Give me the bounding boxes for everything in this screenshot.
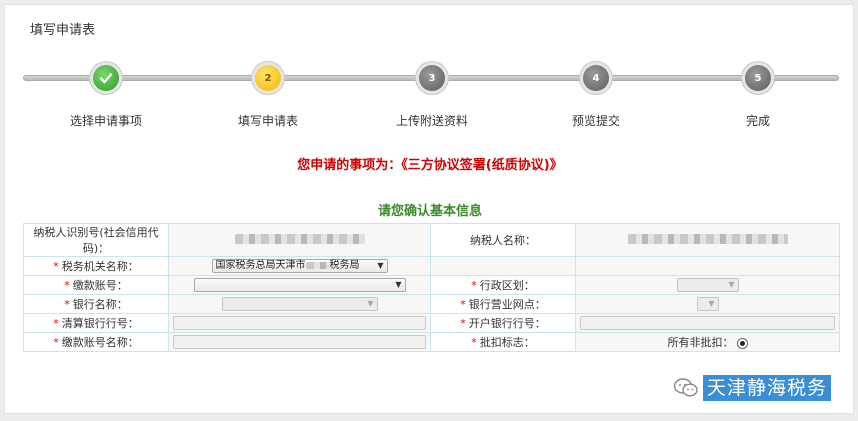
watermark: 天津静海税务 xyxy=(673,375,831,401)
step-2-indicator: 2 xyxy=(255,65,281,91)
taxpayer-id-value xyxy=(168,223,431,257)
chevron-down-icon: ▼ xyxy=(395,280,402,289)
taxpayer-id-label: 纳税人识别号(社会信用代码)： xyxy=(23,223,169,257)
step-4-label: 预览提交 xyxy=(571,114,620,128)
chevron-down-icon: ▼ xyxy=(367,299,374,308)
redacted-taxpayer-id xyxy=(234,233,365,244)
bank-branch-select[interactable]: ▼ xyxy=(696,297,719,311)
opening-bank-input[interactable] xyxy=(580,316,835,330)
form-panel: 填写申请表 2 3 4 5 选择申请事项 填写申请表 上传附送资料 预览提交 完… xyxy=(4,4,854,414)
batch-flag-label: * 批扣标志： xyxy=(430,332,576,352)
step-3-indicator: 3 xyxy=(419,65,445,91)
account-name-label: * 缴款账号名称： xyxy=(23,332,169,352)
step-1-label: 选择申请事项 xyxy=(69,114,142,128)
tax-office-label: * 税务机关名称： xyxy=(23,256,169,276)
step-5-label: 完成 xyxy=(745,114,770,128)
taxpayer-name-label: 纳税人名称： xyxy=(430,223,576,257)
bank-branch-label: * 银行营业网点： xyxy=(430,294,576,314)
chevron-down-icon: ▼ xyxy=(377,261,384,270)
clearing-bank-input[interactable] xyxy=(173,316,426,330)
step-2-label: 填写申请表 xyxy=(237,114,298,128)
chevron-down-icon: ▼ xyxy=(728,280,735,289)
page-title: 填写申请表 xyxy=(30,23,96,38)
bank-name-label: * 银行名称： xyxy=(23,294,169,314)
step-4-indicator: 4 xyxy=(583,65,609,91)
watermark-text: 天津静海税务 xyxy=(702,375,831,401)
payment-account-label: * 缴款账号： xyxy=(23,275,169,295)
account-name-input[interactable] xyxy=(173,335,426,349)
payment-account-select[interactable]: ▼ xyxy=(193,278,406,292)
batch-flag-option-label: 所有非批扣： xyxy=(667,336,734,349)
clearing-bank-label: * 清算银行行号： xyxy=(23,313,169,333)
redacted-taxpayer-name xyxy=(627,233,788,244)
step-1-check-icon xyxy=(93,65,119,91)
selected-item-notice: 您申请的事项为：《三方协议签署(纸质协议)》 xyxy=(297,158,563,173)
opening-bank-label: * 开户银行行号： xyxy=(430,313,576,333)
admin-region-label: * 行政区划： xyxy=(430,275,576,295)
wechat-icon xyxy=(673,378,698,397)
tax-office-select[interactable]: 国家税务总局天津市 税务局 ▼ xyxy=(211,259,388,273)
step-5-indicator: 5 xyxy=(745,65,771,91)
batch-flag-radio[interactable] xyxy=(736,337,748,349)
basic-info-table: 纳税人识别号(社会信用代码)： 纳税人名称： * 税务机关名称： 国家税务总局天津… xyxy=(23,223,840,352)
section-title: 请您确认基本信息 xyxy=(377,204,482,219)
chevron-down-icon: ▼ xyxy=(708,299,715,308)
taxpayer-name-value xyxy=(575,223,840,257)
step-3-label: 上传附送资料 xyxy=(395,114,468,128)
bank-name-select[interactable]: ▼ xyxy=(221,297,378,311)
admin-region-select[interactable]: ▼ xyxy=(676,278,739,292)
